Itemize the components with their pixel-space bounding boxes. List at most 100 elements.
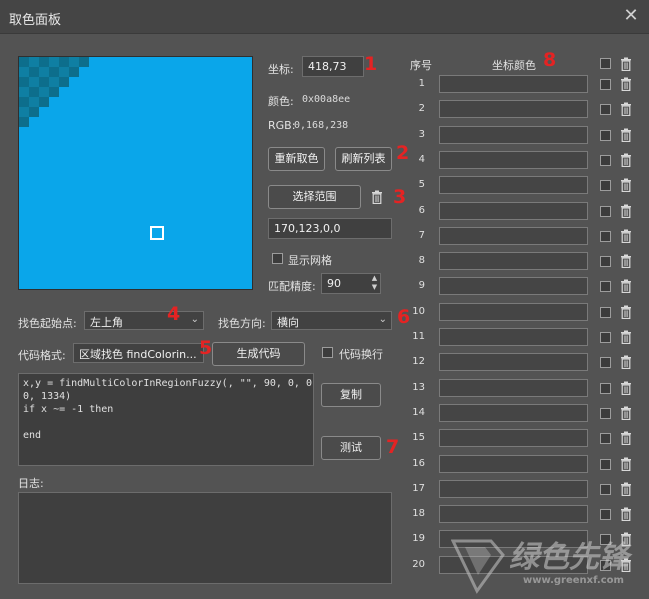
- trash-icon[interactable]: [620, 254, 632, 271]
- chevron-down-icon: ⌄: [378, 314, 387, 325]
- trash-icon[interactable]: [620, 457, 632, 474]
- table-header-index: 序号: [410, 59, 432, 72]
- marker-4: 4: [167, 303, 181, 325]
- row-checkbox[interactable]: [600, 281, 611, 293]
- trash-icon[interactable]: [620, 229, 632, 246]
- rgb-label: RGB:: [268, 119, 296, 132]
- canvas-pixel: [19, 97, 29, 107]
- row-checkbox[interactable]: [600, 306, 611, 318]
- row-checkbox[interactable]: [600, 104, 611, 116]
- trash-icon[interactable]: [620, 406, 632, 423]
- row-index: 2: [418, 103, 425, 115]
- row-index: 8: [418, 255, 425, 267]
- color-preview-canvas[interactable]: [18, 56, 253, 290]
- copy-button[interactable]: 复制: [321, 383, 381, 407]
- row-checkbox[interactable]: [600, 256, 611, 268]
- precision-label: 匹配精度:: [268, 280, 316, 293]
- row-color-field[interactable]: [439, 201, 588, 220]
- row-index: 7: [418, 229, 425, 241]
- select-range-button[interactable]: 选择范围: [268, 185, 361, 209]
- row-color-field[interactable]: [439, 277, 588, 296]
- trash-icon[interactable]: [620, 431, 632, 448]
- trash-icon[interactable]: [620, 381, 632, 398]
- trash-icon[interactable]: [620, 279, 632, 296]
- canvas-pixel: [29, 107, 39, 117]
- trash-icon[interactable]: [620, 330, 632, 347]
- canvas-pixel: [29, 87, 39, 97]
- row-index: 15: [412, 432, 425, 444]
- row-color-field[interactable]: [439, 505, 588, 524]
- generate-code-button[interactable]: 生成代码: [212, 342, 305, 366]
- row-color-field[interactable]: [439, 353, 588, 372]
- select-all-checkbox[interactable]: [600, 58, 611, 69]
- direction-select[interactable]: 横向 ⌄: [271, 311, 392, 330]
- log-area[interactable]: [18, 492, 392, 584]
- coord-field[interactable]: 418,73: [302, 56, 364, 77]
- refresh-list-button[interactable]: 刷新列表: [335, 147, 392, 171]
- code-format-label: 代码格式:: [18, 349, 66, 362]
- row-color-field[interactable]: [439, 176, 588, 195]
- range-field[interactable]: 170,123,0,0: [268, 218, 392, 239]
- trash-icon[interactable]: [620, 178, 632, 195]
- start-point-select[interactable]: 左上角 ⌄: [84, 311, 204, 330]
- precision-value: 90: [327, 277, 341, 290]
- canvas-pixel: [29, 67, 39, 77]
- trash-icon[interactable]: [620, 128, 632, 145]
- row-checkbox[interactable]: [600, 205, 611, 217]
- row-checkbox[interactable]: [600, 230, 611, 242]
- trash-icon[interactable]: [620, 204, 632, 221]
- row-color-field[interactable]: [439, 302, 588, 321]
- show-grid-checkbox[interactable]: [272, 253, 283, 264]
- row-checkbox[interactable]: [600, 79, 611, 90]
- row-checkbox[interactable]: [600, 509, 611, 521]
- row-color-field[interactable]: [439, 454, 588, 473]
- trash-icon[interactable]: [620, 355, 632, 372]
- code-format-select[interactable]: 区域找色 findColorin...: [73, 343, 204, 363]
- direction-label: 找色方向:: [218, 317, 266, 330]
- trash-icon[interactable]: [620, 507, 632, 524]
- watermark-text: 绿色先锋: [509, 540, 633, 575]
- trash-icon[interactable]: [620, 305, 632, 322]
- code-textarea[interactable]: x,y = findMultiColorInRegionFuzzy(, "", …: [18, 373, 314, 466]
- row-checkbox[interactable]: [600, 180, 611, 192]
- row-checkbox[interactable]: [600, 433, 611, 445]
- row-color-field[interactable]: [439, 378, 588, 397]
- row-index: 11: [412, 331, 425, 342]
- trash-icon[interactable]: [620, 102, 632, 119]
- row-color-field[interactable]: [439, 429, 588, 448]
- trash-icon[interactable]: [620, 57, 632, 71]
- test-button[interactable]: 测试: [321, 436, 381, 460]
- row-color-field[interactable]: [439, 226, 588, 245]
- row-color-field[interactable]: [439, 75, 588, 93]
- pick-cursor: [150, 226, 164, 240]
- row-checkbox[interactable]: [600, 382, 611, 394]
- row-color-field[interactable]: [439, 479, 588, 498]
- row-checkbox[interactable]: [600, 154, 611, 166]
- row-checkbox[interactable]: [600, 407, 611, 419]
- canvas-pixel: [19, 57, 29, 67]
- table-header-color: 坐标颜色: [492, 59, 536, 72]
- row-index: 20: [412, 558, 425, 570]
- repick-button[interactable]: 重新取色: [268, 147, 325, 171]
- row-color-field[interactable]: [439, 150, 588, 169]
- trash-icon[interactable]: [620, 77, 632, 94]
- row-color-field[interactable]: [439, 125, 588, 144]
- trash-icon[interactable]: [371, 190, 383, 204]
- precision-stepper[interactable]: ▲ ▼: [369, 274, 380, 293]
- row-checkbox[interactable]: [600, 458, 611, 470]
- row-checkbox[interactable]: [600, 357, 611, 369]
- trash-icon[interactable]: [620, 482, 632, 499]
- row-checkbox[interactable]: [600, 129, 611, 141]
- row-index: 5: [418, 179, 425, 191]
- window-title: 取色面板: [9, 13, 62, 28]
- row-checkbox[interactable]: [600, 483, 611, 495]
- watermark-url: www.greenxf.com: [523, 575, 624, 586]
- row-color-field[interactable]: [439, 252, 588, 271]
- row-color-field[interactable]: [439, 403, 588, 422]
- row-color-field[interactable]: [439, 328, 588, 346]
- row-checkbox[interactable]: [600, 332, 611, 343]
- close-icon[interactable]: ✕: [622, 7, 640, 25]
- wrap-code-checkbox[interactable]: [322, 347, 333, 358]
- trash-icon[interactable]: [620, 153, 632, 170]
- row-color-field[interactable]: [439, 100, 588, 119]
